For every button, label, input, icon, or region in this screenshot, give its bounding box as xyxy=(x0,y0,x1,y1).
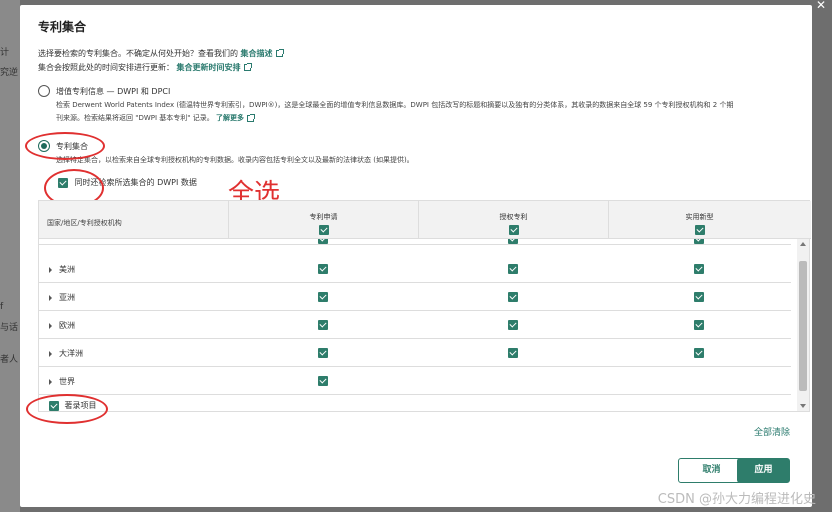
row-checkbox[interactable] xyxy=(508,264,518,274)
table-row[interactable]: 欧洲 xyxy=(39,311,791,339)
row-checkbox[interactable] xyxy=(318,348,328,358)
row-checkbox[interactable] xyxy=(318,264,328,274)
column-header-label: 授权专利 xyxy=(499,213,528,221)
row-checkbox[interactable] xyxy=(508,239,518,244)
cancel-button[interactable]: 取消 xyxy=(678,458,745,483)
column-header-authority: 国家/地区/专利授权机构 xyxy=(47,219,122,227)
annotation-circle xyxy=(26,394,108,424)
apply-button[interactable]: 应用 xyxy=(737,458,790,483)
expand-caret-icon[interactable] xyxy=(49,294,52,301)
row-checkbox[interactable] xyxy=(694,292,704,302)
close-icon[interactable]: ✕ xyxy=(816,0,826,12)
row-checkbox[interactable] xyxy=(318,320,328,330)
row-checkbox[interactable] xyxy=(508,348,518,358)
background-text: 究逆 xyxy=(0,68,19,78)
row-checkbox[interactable] xyxy=(318,239,328,244)
column-header-label: 实用新型 xyxy=(685,213,714,221)
select-all-utility-checkbox[interactable] xyxy=(694,225,705,235)
background-text: 者人 xyxy=(0,355,19,365)
select-all-applications-checkbox[interactable] xyxy=(318,225,329,235)
region-label[interactable]: 欧洲 xyxy=(49,320,75,331)
expand-caret-icon[interactable] xyxy=(49,378,52,385)
table-row[interactable]: 亚洲 xyxy=(39,283,791,311)
watermark: CSDN @孙大力编程进化史 xyxy=(657,492,816,507)
scroll-down-icon[interactable] xyxy=(800,404,806,408)
annotation-circle xyxy=(25,132,105,160)
dialog-intro: 选择要检索的专利集合。不确定从何处开始？查看我们的 集合描述 集合会按照此处的时… xyxy=(38,47,284,75)
table-row[interactable]: 大洋洲 xyxy=(39,339,791,367)
background-text: f xyxy=(0,302,4,312)
region-label[interactable]: 大洋洲 xyxy=(49,348,83,359)
select-all-granted-checkbox[interactable] xyxy=(508,225,519,235)
option-dwpi-description: 检索 Derwent World Patents Index (德温特世界专利索… xyxy=(56,99,786,125)
learn-more-link[interactable]: 了解更多 xyxy=(216,114,244,122)
intro-text: 选择要检索的专利集合。不确定从何处开始？查看我们的 xyxy=(38,49,238,58)
description-text: 检索 Derwent World Patents Index (德温特世界专利索… xyxy=(56,101,734,109)
row-checkbox[interactable] xyxy=(694,264,704,274)
patent-collection-dialog: 专利集合 选择要检索的专利集合。不确定从何处开始？查看我们的 集合描述 集合会按… xyxy=(20,5,812,507)
option-patent-collection-description: 选择特定集合，以检索来自全球专利授权机构的专利数据。收录内容包括专利全文以及最新… xyxy=(56,156,414,164)
table-row[interactable]: 美洲 xyxy=(39,255,791,283)
row-checkbox[interactable] xyxy=(318,292,328,302)
radio-dwpi-dpci[interactable] xyxy=(38,85,50,97)
collections-table: 国家/地区/专利授权机构 专利申请 授权专利 实用新型 美洲 亚洲 欧洲 大洋洲… xyxy=(38,200,811,412)
external-link-icon xyxy=(246,113,255,122)
row-checkbox[interactable] xyxy=(508,320,518,330)
row-checkbox[interactable] xyxy=(694,320,704,330)
collection-description-link[interactable]: 集合描述 xyxy=(241,49,273,58)
background-text: 计 xyxy=(0,48,10,58)
description-text: 刊来源。检索结果将返回 "DWPI 基本专利" 记录。 xyxy=(56,114,214,122)
column-header-granted: 授权专利 xyxy=(418,201,608,239)
region-label[interactable]: 世界 xyxy=(49,376,75,387)
table-row xyxy=(39,239,791,245)
clear-all-link[interactable]: 全部清除 xyxy=(754,425,790,438)
expand-caret-icon[interactable] xyxy=(49,350,52,357)
expand-caret-icon[interactable] xyxy=(49,266,52,273)
scrollbar-thumb[interactable] xyxy=(799,261,807,391)
region-label[interactable]: 美洲 xyxy=(49,264,75,275)
intro-text: 集合会按照此处的时间安排进行更新： xyxy=(38,63,174,72)
region-label[interactable]: 亚洲 xyxy=(49,292,75,303)
scroll-up-icon[interactable] xyxy=(800,242,806,246)
table-scrollbar[interactable] xyxy=(797,239,809,411)
table-row[interactable]: 世界 xyxy=(39,367,791,395)
row-checkbox[interactable] xyxy=(318,376,328,386)
row-checkbox[interactable] xyxy=(694,348,704,358)
external-link-icon xyxy=(275,49,284,57)
background-text: 与话 xyxy=(0,323,19,333)
option-dwpi-label[interactable]: 增值专利信息 — DWPI 和 DPCI xyxy=(56,86,170,97)
external-link-icon xyxy=(243,63,252,71)
column-header-applications: 专利申请 xyxy=(228,201,418,239)
dialog-title: 专利集合 xyxy=(38,20,87,34)
expand-caret-icon[interactable] xyxy=(49,322,52,329)
row-checkbox[interactable] xyxy=(694,239,704,244)
update-schedule-link[interactable]: 集合更新时间安排 xyxy=(177,63,241,72)
table-header: 国家/地区/专利授权机构 专利申请 授权专利 实用新型 xyxy=(39,201,811,239)
column-header-label: 专利申请 xyxy=(309,213,338,221)
row-checkbox[interactable] xyxy=(508,292,518,302)
column-header-utility-models: 实用新型 xyxy=(608,201,790,239)
